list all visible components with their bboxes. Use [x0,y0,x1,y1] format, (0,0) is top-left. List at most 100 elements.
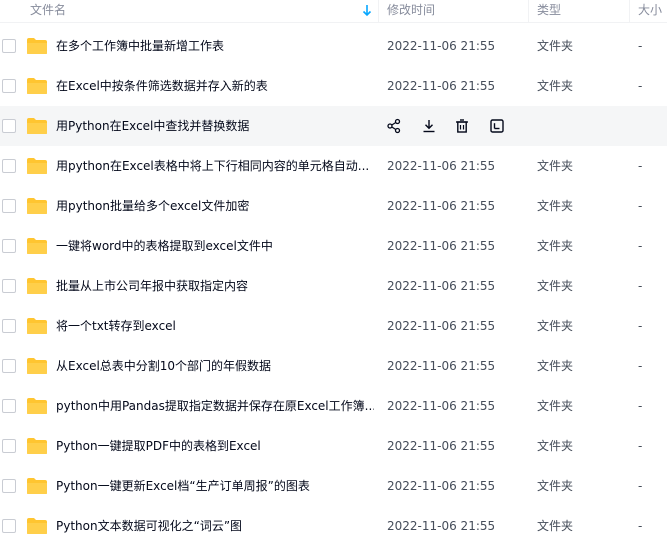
file-size: - [638,439,643,453]
folder-icon [26,237,48,255]
row-checkbox[interactable] [2,39,16,53]
file-size: - [638,319,643,333]
file-name-link[interactable]: 批量从上市公司年报中获取指定内容 [56,266,374,306]
folder-icon [26,277,48,295]
file-size: - [638,399,643,413]
folder-icon [26,197,48,215]
folder-icon [26,157,48,175]
modified-time: 2022-11-06 21:55 [387,279,496,293]
file-name-link[interactable]: 在多个工作簿中批量新增工作表 [56,26,374,66]
column-type-header[interactable]: 类型 [537,0,561,22]
file-size: - [638,199,643,213]
row-checkbox[interactable] [2,319,16,333]
file-row[interactable]: Python一键提取PDF中的表格到Excel 2022-11-06 21:55 文… [0,426,667,466]
file-name-link[interactable]: 一键将word中的表格提取到excel文件中 [56,226,374,266]
file-size: - [638,479,643,493]
download-icon[interactable] [421,118,437,134]
modified-time: 2022-11-06 21:55 [387,439,496,453]
file-type: 文件夹 [537,359,574,373]
modified-time: 2022-11-06 21:55 [387,159,496,173]
file-type: 文件夹 [537,239,574,253]
column-divider[interactable] [528,0,529,22]
row-checkbox[interactable] [2,159,16,173]
row-checkbox[interactable] [2,479,16,493]
row-checkbox[interactable] [2,519,16,533]
file-row[interactable]: 一键将word中的表格提取到excel文件中 2022-11-06 21:55 文件… [0,226,667,266]
file-size: - [638,79,643,93]
file-name-link[interactable]: python中用Pandas提取指定数据并保存在原Excel工作簿... [56,386,374,426]
file-row[interactable]: 用python在Excel表格中将上下行相同内容的单元格自动... 2022-11… [0,146,667,186]
file-row[interactable]: 从Excel总表中分割10个部门的年假数据 2022-11-06 21:55 文件夹… [0,346,667,386]
file-name-link[interactable]: 用python在Excel表格中将上下行相同内容的单元格自动... [56,146,374,186]
column-size-header[interactable]: 大小 [638,0,662,22]
column-divider[interactable] [378,0,379,22]
folder-icon [26,37,48,55]
file-size: - [638,519,643,533]
row-checkbox[interactable] [2,119,16,133]
file-row[interactable]: 用Python在Excel中查找并替换数据 [0,106,667,146]
file-size: - [638,279,643,293]
file-row[interactable]: Python一键更新Excel档“生产订单周报”的图表 2022-11-06 21… [0,466,667,506]
row-checkbox[interactable] [2,279,16,293]
file-list: 在多个工作簿中批量新增工作表 2022-11-06 21:55 文件夹 - 在Excel… [0,26,667,546]
file-name-link[interactable]: 从Excel总表中分割10个部门的年假数据 [56,346,374,386]
file-name-link[interactable]: Python一键提取PDF中的表格到Excel [56,426,374,466]
row-checkbox[interactable] [2,199,16,213]
row-checkbox[interactable] [2,399,16,413]
file-type: 文件夹 [537,199,574,213]
file-name-link[interactable]: 用Python在Excel中查找并替换数据 [56,106,374,146]
file-type: 文件夹 [537,519,574,533]
modified-time: 2022-11-06 21:55 [387,359,496,373]
file-size: - [638,39,643,53]
file-row[interactable]: 将一个txt转存到excel 2022-11-06 21:55 文件夹 - [0,306,667,346]
modified-time: 2022-11-06 21:55 [387,239,496,253]
file-row[interactable]: 在多个工作簿中批量新增工作表 2022-11-06 21:55 文件夹 - [0,26,667,66]
more-icon[interactable] [489,118,505,134]
file-size: - [638,159,643,173]
file-name-link[interactable]: Python文本数据可视化之“词云”图 [56,506,374,546]
row-checkbox[interactable] [2,239,16,253]
file-type: 文件夹 [537,439,574,453]
file-type: 文件夹 [537,79,574,93]
folder-icon [26,477,48,495]
file-type: 文件夹 [537,279,574,293]
file-name-link[interactable]: 在Excel中按条件筛选数据并存入新的表 [56,66,374,106]
column-divider[interactable] [629,0,630,22]
folder-icon [26,77,48,95]
modified-time: 2022-11-06 21:55 [387,399,496,413]
file-type: 文件夹 [537,479,574,493]
folder-icon [26,357,48,375]
file-size: - [638,239,643,253]
row-checkbox[interactable] [2,359,16,373]
file-row[interactable]: python中用Pandas提取指定数据并保存在原Excel工作簿... 2022… [0,386,667,426]
file-row[interactable]: 批量从上市公司年报中获取指定内容 2022-11-06 21:55 文件夹 - [0,266,667,306]
file-size: - [638,359,643,373]
delete-icon[interactable] [454,118,470,134]
file-list-header: 文件名 修改时间 类型 大小 [0,0,667,23]
modified-time: 2022-11-06 21:55 [387,39,496,53]
share-icon[interactable] [386,118,402,134]
file-type: 文件夹 [537,399,574,413]
modified-time: 2022-11-06 21:55 [387,519,496,533]
folder-icon [26,397,48,415]
modified-time: 2022-11-06 21:55 [387,319,496,333]
column-time-header[interactable]: 修改时间 [387,0,435,22]
file-row[interactable]: 在Excel中按条件筛选数据并存入新的表 2022-11-06 21:55 文件夹 - [0,66,667,106]
file-type: 文件夹 [537,39,574,53]
row-checkbox[interactable] [2,439,16,453]
column-name-header[interactable]: 文件名 [30,0,66,22]
file-row[interactable]: 用python批量给多个excel文件加密 2022-11-06 21:55 文件夹… [0,186,667,226]
folder-icon [26,437,48,455]
folder-icon [26,117,48,135]
file-type: 文件夹 [537,319,574,333]
file-name-link[interactable]: 将一个txt转存到excel [56,306,374,346]
file-name-link[interactable]: Python一键更新Excel档“生产订单周报”的图表 [56,466,374,506]
file-type: 文件夹 [537,159,574,173]
file-name-link[interactable]: 用python批量给多个excel文件加密 [56,186,374,226]
modified-time: 2022-11-06 21:55 [387,79,496,93]
sort-descending-icon[interactable] [362,4,372,17]
modified-time: 2022-11-06 21:55 [387,479,496,493]
row-checkbox[interactable] [2,79,16,93]
file-row[interactable]: Python文本数据可视化之“词云”图 2022-11-06 21:55 文件夹 - [0,506,667,546]
folder-icon [26,317,48,335]
